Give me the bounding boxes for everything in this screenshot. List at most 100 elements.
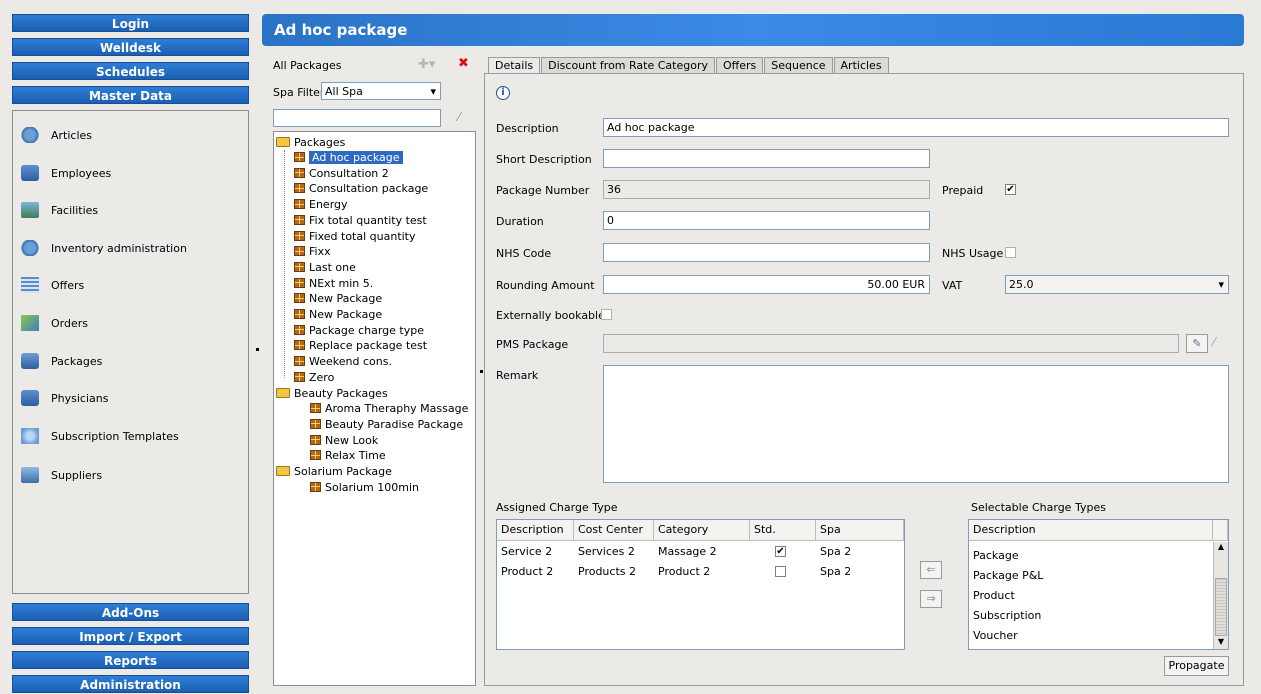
nav-welldesk-button[interactable]: Welldesk <box>12 38 249 56</box>
package-icon <box>294 261 305 272</box>
externally-bookable-checkbox[interactable] <box>601 309 612 320</box>
nhs-code-field[interactable] <box>603 243 930 262</box>
tab-discount-from-rate-category[interactable]: Discount from Rate Category <box>541 57 715 74</box>
list-item[interactable]: Subscription <box>969 606 1041 625</box>
nhs-usage-checkbox[interactable] <box>1005 247 1016 258</box>
tree-label: Fixed total quantity <box>309 229 416 243</box>
nav-item-orders[interactable]: Orders <box>21 311 88 335</box>
tree-item[interactable]: Last one <box>294 260 356 275</box>
tree-item[interactable]: Fixed total quantity <box>294 229 416 244</box>
info-icon[interactable]: i <box>496 86 510 100</box>
package-icon <box>294 293 305 304</box>
add-icon[interactable]: ✚▾ <box>418 57 435 72</box>
tab-offers[interactable]: Offers <box>716 57 764 74</box>
rounding-amount-field[interactable]: 50.00 EUR <box>603 275 930 294</box>
tree-label: Weekend cons. <box>309 355 392 369</box>
nav-import-export-button[interactable]: Import / Export <box>12 627 249 645</box>
nav-item-offers[interactable]: Offers <box>21 273 84 297</box>
tree-item[interactable]: Beauty Paradise Package <box>310 417 463 432</box>
short-description-field[interactable] <box>603 149 930 168</box>
column-header[interactable]: Cost Center <box>574 520 654 541</box>
std-checkbox[interactable] <box>775 566 786 577</box>
nav-item-subscription-templates[interactable]: Subscription Templates <box>21 424 179 448</box>
list-item[interactable]: Package P&L <box>969 566 1043 585</box>
pick-icon: ✎ <box>1192 337 1202 350</box>
nav-item-inventory-administration[interactable]: Inventory administration <box>21 236 187 260</box>
prepaid-label: Prepaid <box>942 184 984 197</box>
prepaid-checkbox[interactable]: ✔ <box>1005 184 1016 195</box>
column-header[interactable]: Description <box>497 520 574 541</box>
tree-item[interactable]: New Package <box>294 291 382 306</box>
tree-label: Solarium 100min <box>325 480 420 494</box>
nav-administration-button[interactable]: Administration <box>12 675 249 693</box>
tab-details[interactable]: Details <box>488 57 541 74</box>
nav-item-employees[interactable]: Employees <box>21 161 111 185</box>
tree-folder[interactable]: Solarium Package <box>276 464 392 479</box>
tree-item[interactable]: Aroma Theraphy Massage <box>310 401 468 416</box>
tree-item[interactable]: Weekend cons. <box>294 354 392 369</box>
tree-item[interactable]: Fix total quantity test <box>294 213 427 228</box>
arrow-right-icon: ⇒ <box>926 592 936 605</box>
nav-item-articles[interactable]: Articles <box>21 123 92 147</box>
tree-item[interactable]: Relax Time <box>310 448 386 463</box>
tree-item[interactable]: Package charge type <box>294 323 424 338</box>
propagate-button[interactable]: Propagate <box>1164 656 1229 676</box>
list-item[interactable]: Package <box>969 546 1019 565</box>
nav-item-suppliers[interactable]: Suppliers <box>21 463 102 487</box>
delete-icon[interactable]: ✖ <box>458 56 469 71</box>
tab-sequence[interactable]: Sequence <box>764 57 833 74</box>
nav-add-ons-button[interactable]: Add-Ons <box>12 603 249 621</box>
vat-select[interactable]: 25.0 ▾ <box>1005 275 1229 294</box>
middle-splitter-handle[interactable] <box>480 370 483 373</box>
nav-master-data-button[interactable]: Master Data <box>12 86 249 104</box>
column-header[interactable]: Std. <box>750 520 816 541</box>
tree-item[interactable]: Ad hoc package <box>294 150 403 165</box>
search-input[interactable] <box>273 109 441 127</box>
move-left-button[interactable]: ⇐ <box>920 561 942 579</box>
scroll-down-icon[interactable]: ▼ <box>1215 637 1227 649</box>
column-header[interactable]: Category <box>654 520 750 541</box>
nav-item-packages[interactable]: Packages <box>21 349 102 373</box>
scrollbar[interactable]: ▲ ▼ <box>1213 542 1228 649</box>
column-header[interactable]: Description <box>969 520 1213 541</box>
list-item[interactable]: Voucher <box>969 626 1018 645</box>
column-header[interactable]: Spa <box>816 520 904 541</box>
nav-item-physicians[interactable]: Physicians <box>21 386 108 410</box>
left-splitter-handle[interactable] <box>256 348 259 351</box>
tree-item[interactable]: NExt min 5. <box>294 276 373 291</box>
pms-select-button[interactable]: ✎ <box>1186 334 1208 353</box>
tree-item[interactable]: New Look <box>310 433 378 448</box>
remark-textarea[interactable] <box>603 365 1229 483</box>
tree-item[interactable]: Energy <box>294 197 348 212</box>
tree-label: Relax Time <box>325 449 386 463</box>
tree-item[interactable]: Fixx <box>294 244 331 259</box>
clear-icon[interactable]: ⁄ <box>1213 335 1215 349</box>
move-right-button[interactable]: ⇒ <box>920 590 942 608</box>
nav-schedules-button[interactable]: Schedules <box>12 62 249 80</box>
tree-folder[interactable]: Beauty Packages <box>276 386 388 401</box>
tree-item[interactable]: Zero <box>294 370 334 385</box>
description-field[interactable]: Ad hoc package <box>603 118 1229 137</box>
tree-item[interactable]: Replace package test <box>294 338 427 353</box>
table-row[interactable]: Service 2 Services 2 Massage 2 ✔ Spa 2 <box>497 542 904 561</box>
assigned-charge-type-table: Description Cost Center Category Std. Sp… <box>496 519 905 650</box>
nav-reports-button[interactable]: Reports <box>12 651 249 669</box>
tree-label: Fix total quantity test <box>309 213 427 227</box>
std-checkbox[interactable]: ✔ <box>775 546 786 557</box>
scrollbar-thumb[interactable] <box>1215 578 1227 636</box>
nav-item-facilities[interactable]: Facilities <box>21 198 98 222</box>
cell-cost-center: Services 2 <box>578 545 635 558</box>
spa-filter-select[interactable]: All Spa ▾ <box>321 82 441 100</box>
tree-item[interactable]: Consultation 2 <box>294 166 389 181</box>
tree-item[interactable]: New Package <box>294 307 382 322</box>
tab-articles[interactable]: Articles <box>833 57 889 74</box>
list-item[interactable]: Product <box>969 586 1015 605</box>
nav-login-button[interactable]: Login <box>12 14 249 32</box>
table-row[interactable]: Product 2 Products 2 Product 2 Spa 2 <box>497 562 904 581</box>
tree-item[interactable]: Solarium 100min <box>310 480 419 495</box>
scroll-up-icon[interactable]: ▲ <box>1215 542 1227 554</box>
clear-icon[interactable]: ⁄ <box>458 110 460 124</box>
tree-item[interactable]: Consultation package <box>294 181 428 196</box>
tree-folder-packages[interactable]: Packages <box>276 135 345 150</box>
duration-field[interactable]: 0 <box>603 211 930 230</box>
